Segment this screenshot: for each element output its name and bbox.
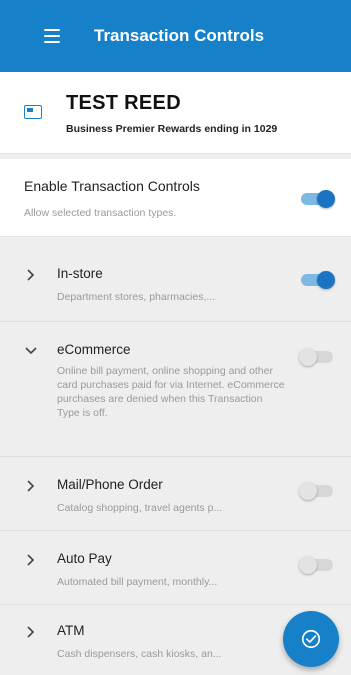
account-header: TEST REED Business Premier Rewards endin…: [0, 72, 351, 154]
row-subtitle: Automated bill payment, monthly...: [57, 576, 218, 588]
app-bar: Transaction Controls: [0, 0, 351, 72]
in-store-toggle[interactable]: [299, 271, 335, 289]
enable-toggle[interactable]: [299, 190, 335, 208]
account-subtitle: Business Premier Rewards ending in 1029: [66, 123, 278, 135]
check-icon: [301, 629, 321, 649]
save-check-button[interactable]: [283, 611, 339, 667]
row-subtitle: Department stores, pharmacies,...: [57, 291, 216, 303]
transaction-type-list: In-store Department stores, pharmacies,.…: [0, 244, 351, 675]
chevron-down-icon[interactable]: [24, 344, 38, 358]
row-title: Mail/Phone Order: [57, 477, 163, 492]
card-icon: [24, 105, 42, 119]
row-title: In-store: [57, 266, 103, 281]
menu-icon[interactable]: [34, 18, 70, 54]
page-title: Transaction Controls: [94, 26, 265, 45]
chevron-right-icon[interactable]: [24, 625, 38, 639]
chevron-right-icon[interactable]: [24, 268, 38, 282]
enable-transaction-controls: Enable Transaction Controls Allow select…: [0, 159, 351, 237]
row-title: eCommerce: [57, 342, 131, 357]
account-name: TEST REED: [66, 92, 181, 114]
auto-pay-toggle[interactable]: [299, 556, 335, 574]
list-item-in-store[interactable]: In-store Department stores, pharmacies,.…: [0, 244, 351, 322]
row-title: ATM: [57, 623, 85, 638]
chevron-right-icon[interactable]: [24, 479, 38, 493]
mail-phone-order-toggle[interactable]: [299, 482, 335, 500]
list-item-mail-phone-order[interactable]: Mail/Phone Order Catalog shopping, trave…: [0, 457, 351, 531]
enable-title: Enable Transaction Controls: [24, 178, 200, 194]
row-subtitle: Online bill payment, online shopping and…: [57, 365, 285, 419]
ecommerce-toggle[interactable]: [299, 348, 335, 366]
row-subtitle: Catalog shopping, travel agents p...: [57, 502, 223, 514]
list-item-ecommerce[interactable]: eCommerce Online bill payment, online sh…: [0, 322, 351, 457]
list-item-auto-pay[interactable]: Auto Pay Automated bill payment, monthly…: [0, 531, 351, 605]
chevron-right-icon[interactable]: [24, 553, 38, 567]
enable-subtitle: Allow selected transaction types.: [24, 207, 177, 219]
row-title: Auto Pay: [57, 551, 112, 566]
row-subtitle: Cash dispensers, cash kiosks, an...: [57, 648, 222, 660]
